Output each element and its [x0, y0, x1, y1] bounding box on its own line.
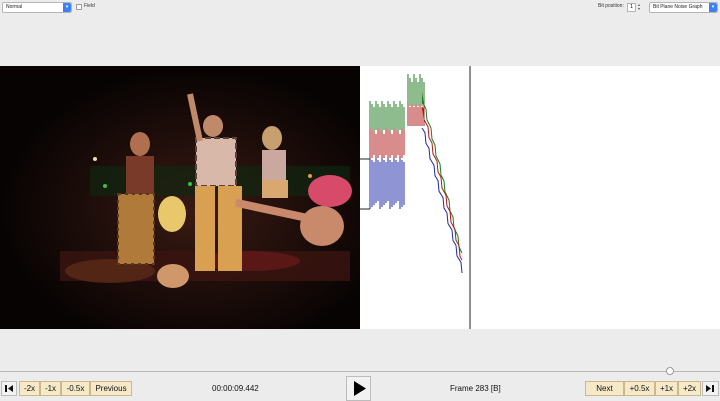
play-button[interactable] — [346, 376, 371, 401]
video-frame-image — [0, 66, 360, 329]
video-frame — [0, 66, 360, 329]
timeline-track[interactable] — [0, 371, 720, 372]
next-frame-button[interactable]: Next — [585, 381, 624, 396]
step-back-button[interactable] — [1, 381, 17, 396]
chevron-down-icon: ▾ — [709, 3, 717, 12]
graph-trace — [421, 91, 463, 254]
step-forward-icon — [706, 385, 714, 392]
view-mode-select[interactable]: Normal ▾ — [2, 2, 72, 13]
graph-trace — [421, 106, 463, 261]
graph-type-value: Bit Plane Noise Graph — [653, 4, 703, 10]
graph-trace — [421, 127, 463, 274]
speed-minus-half-button[interactable]: -0.5x — [61, 381, 90, 396]
speed-plus-half-button[interactable]: +0.5x — [624, 381, 655, 396]
chevron-down-icon: ▾ — [63, 3, 71, 12]
timeline-knob[interactable] — [665, 367, 674, 375]
play-icon — [354, 381, 366, 396]
bit-position-input[interactable]: 1 — [627, 3, 636, 12]
speed-plus-2x-button[interactable]: +2x — [678, 381, 701, 396]
step-forward-button[interactable] — [702, 381, 719, 396]
view-mode-value: Normal — [6, 4, 23, 10]
step-back-icon — [5, 385, 13, 392]
speed-minus-2x-button[interactable]: -2x — [19, 381, 40, 396]
bit-position-label: Bit position: — [598, 3, 624, 9]
field-label: Field — [84, 3, 95, 9]
bit-plane-noise-graph — [360, 66, 720, 329]
speed-minus-1x-button[interactable]: -1x — [40, 381, 61, 396]
graph-plot — [360, 66, 471, 329]
top-toolbar: Normal ▾ Field Bit position: 1 ▴ ▾ Bit Pl… — [0, 0, 720, 16]
field-checkbox[interactable] — [76, 4, 82, 10]
speed-plus-1x-button[interactable]: +1x — [655, 381, 678, 396]
bit-position-stepper[interactable]: ▴ ▾ — [638, 3, 643, 12]
previous-frame-button[interactable]: Previous — [90, 381, 132, 396]
frame-readout: Frame 283 [B] — [450, 384, 501, 393]
timeline-slider[interactable] — [0, 367, 720, 375]
graph-type-select[interactable]: Bit Plane Noise Graph ▾ — [649, 2, 718, 13]
playback-bar: -2x -1x -0.5x Previous 00:00:09.442 Fram… — [0, 376, 720, 401]
timecode-readout: 00:00:09.442 — [212, 384, 259, 393]
bit-position-value: 1 — [630, 4, 633, 10]
